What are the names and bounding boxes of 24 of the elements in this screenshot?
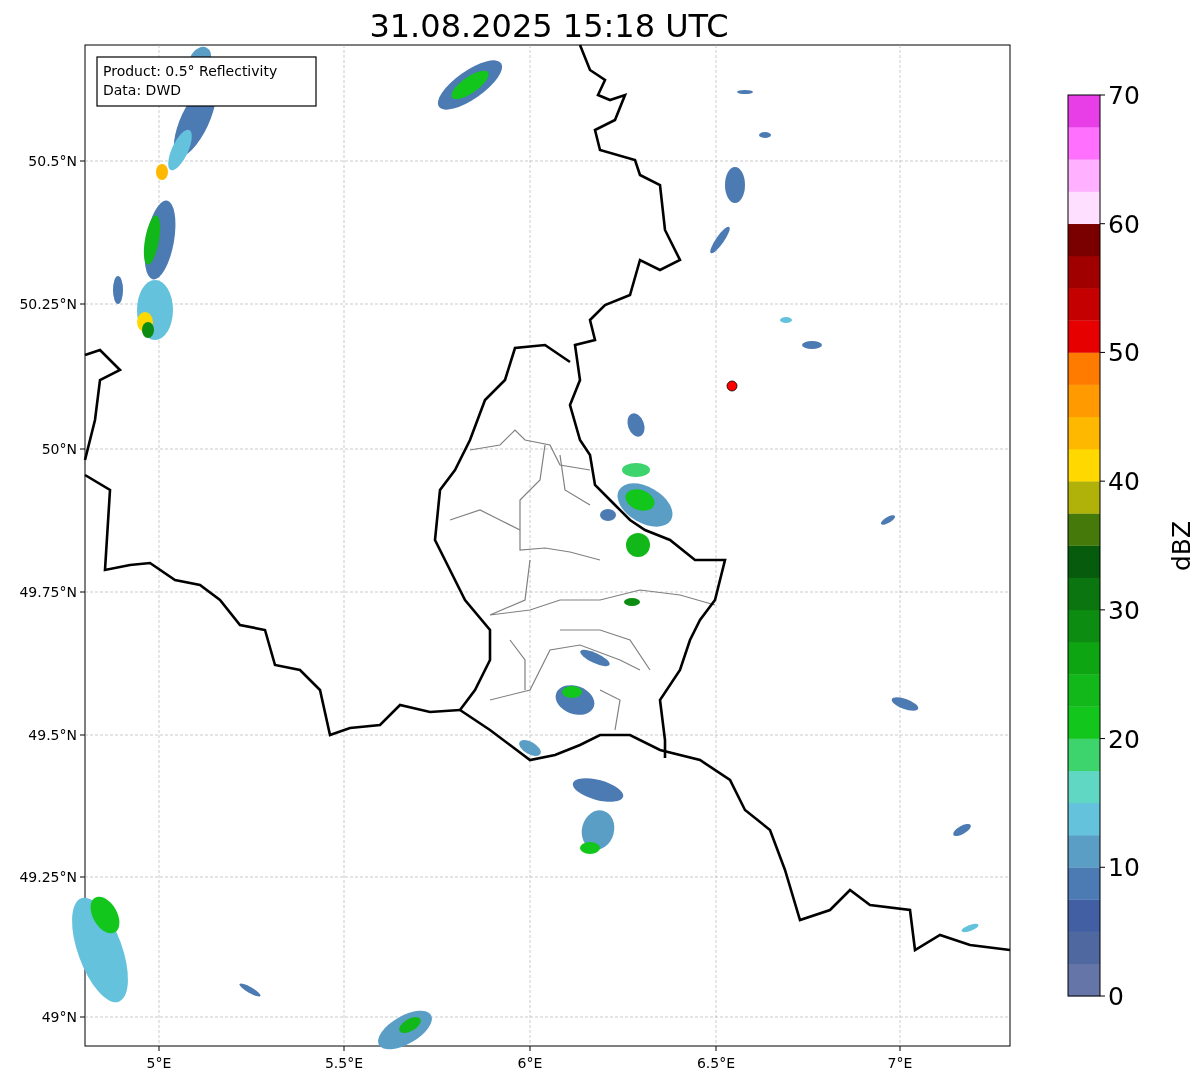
- x-tick-label: 5°E: [146, 1055, 172, 1071]
- info-text: Data: DWD: [103, 82, 181, 98]
- colorbar-label: dBZ: [1167, 520, 1196, 572]
- colorbar-tick-label: 10: [1108, 853, 1140, 883]
- colorbar-tick-label: 50: [1108, 338, 1140, 368]
- x-tick-label: 5.5°E: [324, 1055, 364, 1071]
- colorbar-tick-label: 70: [1108, 81, 1140, 110]
- info-text: Product: 0.5° Reflectivity: [103, 63, 278, 79]
- y-tick-label: 49.75°N: [19, 584, 77, 600]
- y-tick-label: 50°N: [41, 441, 77, 457]
- x-tick-label: 6.5°E: [696, 1055, 736, 1071]
- y-tick-label: 49.5°N: [28, 727, 77, 743]
- y-tick-label: 49.25°N: [19, 869, 77, 885]
- colorbar-tick-label: 20: [1108, 724, 1140, 754]
- colorbar-tick-label: 0: [1108, 982, 1124, 1011]
- colorbar-tick-label: 60: [1108, 209, 1140, 239]
- colorbar-tick-label: 30: [1108, 595, 1140, 625]
- y-tick-label: 50.5°N: [28, 153, 77, 169]
- y-tick-label: 50.25°N: [19, 296, 77, 312]
- y-tick-label: 49°N: [41, 1009, 77, 1025]
- chart-title: 31.08.2025 15:18 UTC: [369, 7, 729, 45]
- x-tick-label: 7°E: [887, 1055, 913, 1071]
- x-tick-label: 6°E: [517, 1055, 543, 1071]
- colorbar-tick-label: 40: [1108, 467, 1140, 497]
